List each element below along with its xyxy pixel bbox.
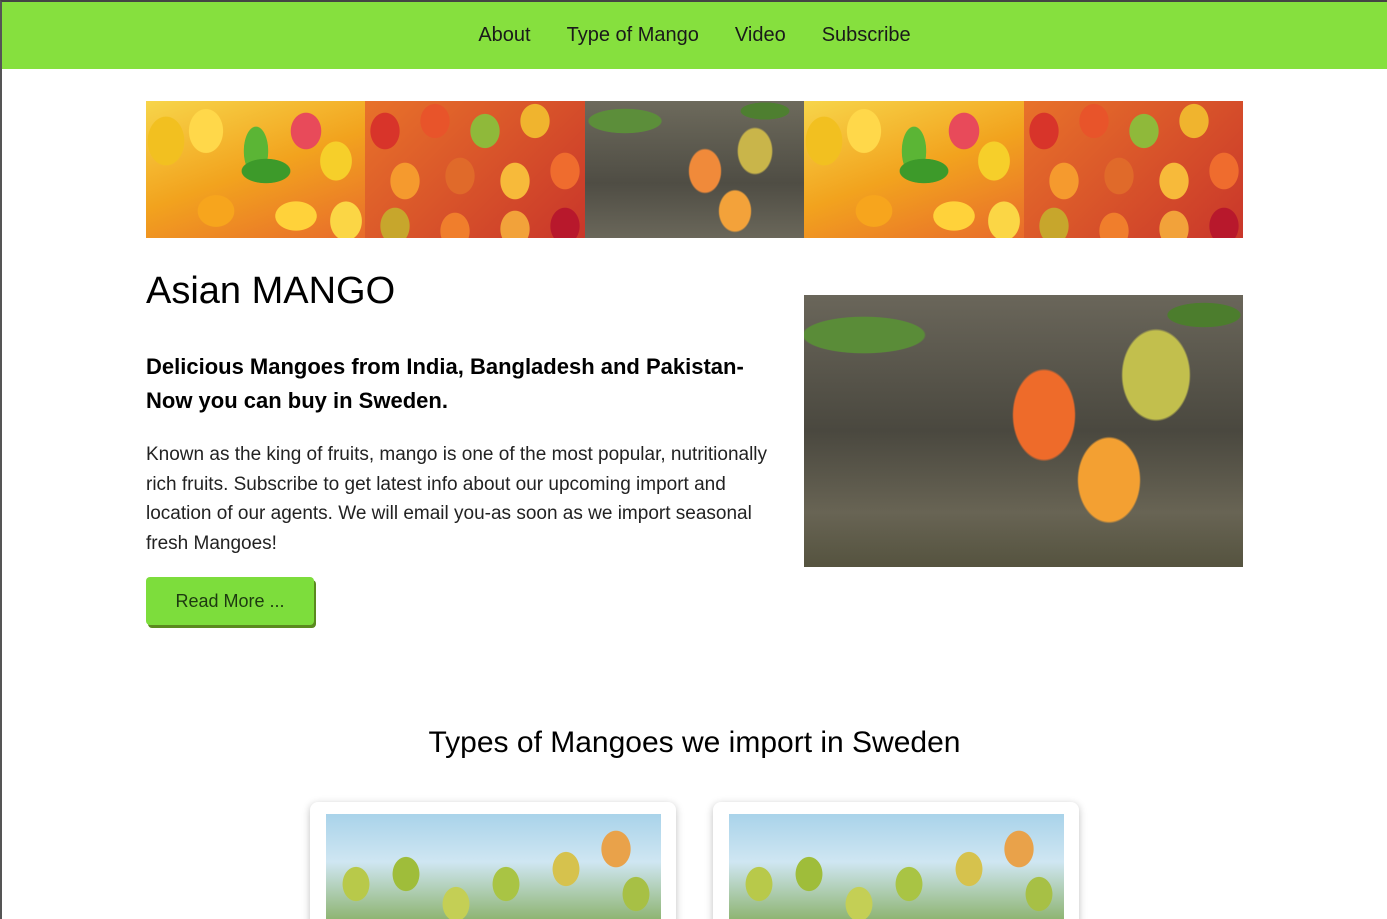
mango-type-image — [729, 814, 1064, 919]
gallery-strip — [146, 101, 1243, 238]
gallery-image-mango-pile-red — [1023, 101, 1243, 238]
nav-link-video[interactable]: Video — [717, 2, 804, 69]
hero-subtitle: Delicious Mangoes from India, Bangladesh… — [146, 354, 744, 413]
types-section-title: Types of Mangoes we import in Sweden — [428, 726, 961, 759]
hero-description: Known as the king of fruits, mango is on… — [146, 444, 768, 554]
gallery-image-mango-pile-yellow — [146, 101, 366, 238]
read-more-button[interactable]: Read More ... — [146, 577, 314, 625]
top-navbar: About Type of Mango Video Subscribe — [2, 2, 1387, 69]
mango-type-card[interactable] — [310, 802, 676, 919]
mango-type-image — [326, 814, 661, 919]
gallery-image-mango-tree — [584, 101, 805, 238]
hero-title: Asian MANGO — [146, 270, 396, 312]
hero-mango-image — [804, 295, 1243, 567]
gallery-image-mango-pile-red — [365, 101, 585, 238]
nav-link-about[interactable]: About — [460, 2, 548, 69]
nav-link-type-of-mango[interactable]: Type of Mango — [549, 2, 717, 69]
gallery-image-mango-pile-yellow — [804, 101, 1024, 238]
mango-type-card[interactable] — [713, 802, 1079, 919]
nav-link-subscribe[interactable]: Subscribe — [804, 2, 929, 69]
nav-menu: About Type of Mango Video Subscribe — [460, 2, 928, 69]
